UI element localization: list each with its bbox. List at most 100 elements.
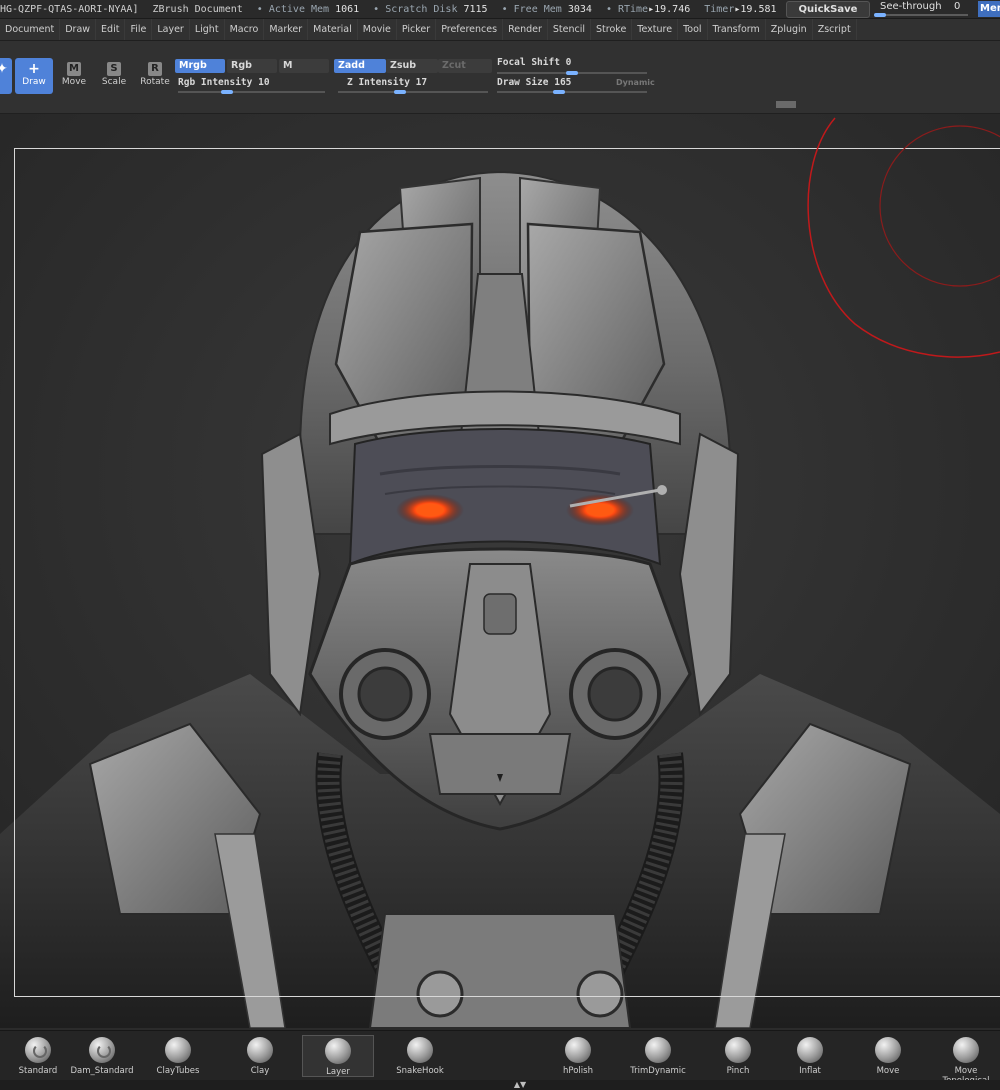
menu-document[interactable]: Document <box>0 19 61 40</box>
stat-rtime: • RTime▸19.746 <box>605 3 691 15</box>
mrgb-button[interactable]: Mrgb <box>175 59 225 73</box>
brush-clay[interactable]: Clay <box>224 1035 296 1077</box>
viewport-canvas[interactable] <box>0 114 1000 1028</box>
menus-toggle-button[interactable]: Menu <box>978 1 1000 17</box>
draw-size-slider[interactable]: Draw Size 165 <box>497 77 571 88</box>
brush-move[interactable]: Move <box>852 1035 924 1077</box>
menu-file[interactable]: File <box>125 19 153 40</box>
see-through-slider[interactable]: See-through 0 <box>874 1 970 17</box>
menu-bar: Document Draw Edit File Layer Light Macro Marke… <box>0 19 1000 41</box>
menu-marker[interactable]: Marker <box>264 19 309 40</box>
draw-crosshair-icon: + <box>28 61 40 77</box>
menu-edit[interactable]: Edit <box>96 19 126 40</box>
layer-brush-icon <box>325 1038 351 1064</box>
menu-macro[interactable]: Macro <box>225 19 265 40</box>
standard-brush-icon <box>25 1037 51 1063</box>
pinch-brush-icon <box>725 1037 751 1063</box>
z-intensity-knob[interactable] <box>394 90 406 94</box>
edit-mode-button[interactable]: ✦ <box>0 58 12 94</box>
brush-trimdynamic[interactable]: TrimDynamic <box>622 1035 694 1077</box>
dam-standard-brush-icon <box>89 1037 115 1063</box>
menu-draw[interactable]: Draw <box>60 19 97 40</box>
rotate-icon: R <box>148 62 162 76</box>
menu-zplugin[interactable]: Zplugin <box>766 19 813 40</box>
rgb-intensity-knob[interactable] <box>221 90 233 94</box>
hpolish-brush-icon <box>565 1037 591 1063</box>
draw-label: Draw <box>22 77 46 87</box>
brush-layer[interactable]: Layer <box>302 1035 374 1077</box>
brush-standard[interactable]: Standard <box>2 1035 74 1077</box>
tool-shelf: ✦ + Draw M Move S Scale R Rotate Mrgb Rg… <box>0 41 1000 114</box>
m-button[interactable]: M <box>279 59 329 73</box>
menu-texture[interactable]: Texture <box>632 19 679 40</box>
focal-shift-knob[interactable] <box>566 71 578 75</box>
stat-free-mem: • Free Mem 3034 <box>501 3 592 15</box>
rgb-intensity-slider[interactable]: Rgb Intensity 10 <box>178 77 270 88</box>
brush-label: SnakeHook <box>396 1066 444 1076</box>
document-frame <box>14 148 1000 997</box>
see-through-knob[interactable] <box>874 13 886 17</box>
menu-render[interactable]: Render <box>503 19 548 40</box>
menu-picker[interactable]: Picker <box>397 19 437 40</box>
menu-tool[interactable]: Tool <box>678 19 708 40</box>
bottom-tray-strip <box>0 1080 1000 1090</box>
brush-label: TrimDynamic <box>630 1066 686 1076</box>
brush-pinch[interactable]: Pinch <box>702 1035 774 1077</box>
menu-preferences[interactable]: Preferences <box>436 19 504 40</box>
stat-active-mem: • Active Mem 1061 <box>256 3 360 15</box>
move-button[interactable]: M Move <box>55 58 93 94</box>
clay-brush-icon <box>247 1037 273 1063</box>
brush-dam-standard[interactable]: Dam_Standard <box>66 1035 138 1077</box>
zadd-button[interactable]: Zadd <box>334 59 386 73</box>
trimdynamic-brush-icon <box>645 1037 671 1063</box>
brush-label: Move <box>876 1066 900 1076</box>
menu-light[interactable]: Light <box>190 19 225 40</box>
see-through-value: 0 <box>954 1 961 12</box>
focal-shift-slider[interactable]: Focal Shift 0 <box>497 57 571 68</box>
z-intensity-slider[interactable]: Z Intensity 17 <box>347 77 427 88</box>
move-topological-brush-icon <box>953 1037 979 1063</box>
zsub-button[interactable]: Zsub <box>386 59 438 73</box>
inflat-brush-icon <box>797 1037 823 1063</box>
claytubes-brush-icon <box>165 1037 191 1063</box>
document-id: HG-QZPF-QTAS-AORI-NYAA] <box>0 3 139 15</box>
see-through-label: See-through <box>880 1 942 12</box>
zcut-button[interactable]: Zcut <box>438 59 492 73</box>
brush-move-topological[interactable]: Move Topological <box>930 1035 1000 1086</box>
menu-transform[interactable]: Transform <box>708 19 766 40</box>
menu-movie[interactable]: Movie <box>358 19 397 40</box>
brush-snakehook[interactable]: SnakeHook <box>384 1035 456 1077</box>
brush-inflat[interactable]: Inflat <box>774 1035 846 1077</box>
app-title: ZBrush Document <box>152 3 243 15</box>
menu-stroke[interactable]: Stroke <box>591 19 633 40</box>
brush-label: Dam_Standard <box>70 1066 134 1076</box>
tray-toggle-arrows-icon[interactable]: ▲▼ <box>508 1080 532 1090</box>
scale-button[interactable]: S Scale <box>95 58 133 94</box>
menu-zscript[interactable]: Zscript <box>813 19 857 40</box>
stat-timer: Timer▸19.581 <box>704 3 777 15</box>
brush-label: hPolish <box>563 1066 593 1076</box>
quicksave-button[interactable]: QuickSave <box>786 1 870 18</box>
move-brush-icon <box>875 1037 901 1063</box>
brush-label: Inflat <box>799 1066 821 1076</box>
menu-material[interactable]: Material <box>308 19 358 40</box>
brush-hpolish[interactable]: hPolish <box>542 1035 614 1077</box>
draw-button[interactable]: + Draw <box>15 58 53 94</box>
brush-label: Pinch <box>726 1066 750 1076</box>
brush-label: ClayTubes <box>156 1066 200 1076</box>
scale-label: Scale <box>101 77 127 87</box>
rgb-button[interactable]: Rgb <box>227 59 277 73</box>
draw-size-knob[interactable] <box>553 90 565 94</box>
rotate-button[interactable]: R Rotate <box>136 58 174 94</box>
z-intensity-track <box>338 91 488 93</box>
brush-label: Standard <box>18 1066 58 1076</box>
move-label: Move <box>61 77 87 87</box>
menu-layer[interactable]: Layer <box>152 19 190 40</box>
stat-scratch-disk: • Scratch Disk 7115 <box>373 3 488 15</box>
brush-label: Clay <box>250 1066 270 1076</box>
brush-claytubes[interactable]: ClayTubes <box>142 1035 214 1077</box>
shelf-scroll-handle[interactable] <box>776 101 796 108</box>
menu-stencil[interactable]: Stencil <box>548 19 592 40</box>
scale-icon: S <box>107 62 121 76</box>
dynamic-toggle[interactable]: Dynamic <box>616 78 655 87</box>
